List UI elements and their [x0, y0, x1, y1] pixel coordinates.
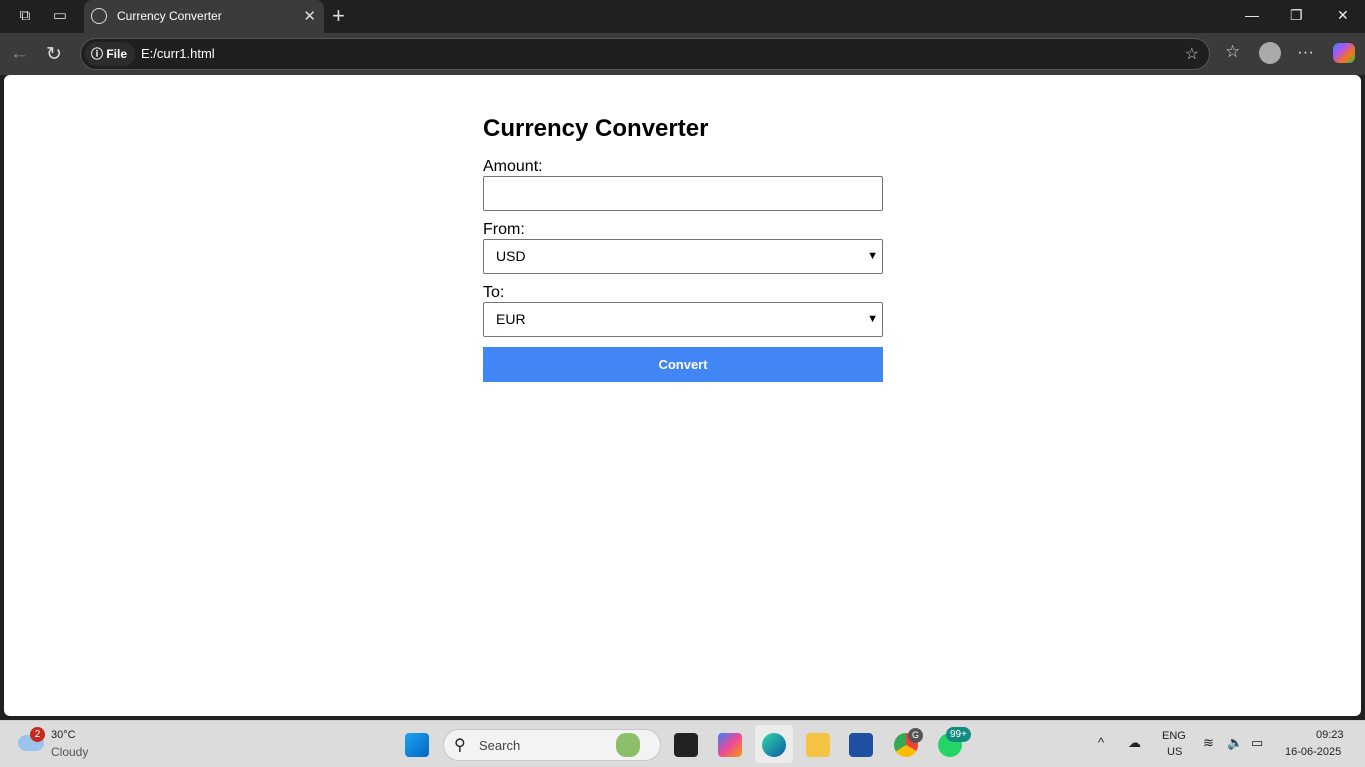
favorites-icon[interactable]: ☆ [1225, 42, 1240, 62]
address-bar[interactable]: ⓘ File E:/curr1.html ☆ [80, 38, 1210, 70]
weather-desc: Cloudy [51, 745, 89, 759]
workspaces-icon[interactable]: ⧉ [15, 6, 35, 26]
from-select[interactable]: USD ▼ [483, 239, 883, 274]
chevron-down-icon: ▼ [867, 250, 878, 262]
tab-currency-converter[interactable]: Currency Converter ✕ [84, 0, 324, 34]
more-icon[interactable]: ··· [1297, 42, 1314, 62]
region-label[interactable]: US [1167, 746, 1182, 758]
weather-temp: 30°C [51, 729, 76, 741]
chip-label: File [106, 47, 128, 61]
microsoft-store-icon[interactable] [849, 733, 873, 757]
wifi-icon[interactable]: ≋ [1203, 735, 1214, 751]
copilot-app-icon[interactable] [718, 733, 742, 757]
refresh-icon[interactable]: ↻ [46, 43, 62, 66]
url-text: E:/curr1.html [141, 46, 215, 61]
restore-button[interactable]: ❐ [1290, 7, 1303, 24]
site-info-chip[interactable]: ⓘ File [85, 42, 136, 66]
convert-button[interactable]: Convert [483, 347, 883, 382]
edge-icon[interactable] [762, 733, 786, 757]
back-icon[interactable]: ← [10, 43, 29, 65]
amount-label: Amount: [483, 158, 543, 175]
chrome-profile-badge: G [908, 728, 923, 743]
language-label[interactable]: ENG [1162, 730, 1186, 742]
close-window-button[interactable]: ✕ [1337, 7, 1349, 24]
globe-icon [91, 8, 107, 24]
tab-title: Currency Converter [117, 9, 222, 23]
from-label: From: [483, 221, 525, 238]
to-select[interactable]: EUR ▼ [483, 302, 883, 337]
vertical-tabs-icon[interactable]: ▭ [50, 6, 70, 26]
taskbar-search[interactable]: ⚲ Search [443, 729, 661, 761]
clock-date[interactable]: 16-06-2025 [1285, 746, 1341, 758]
to-value: EUR [496, 311, 526, 327]
converter-form: Currency Converter Amount: From: USD ▼ To… [483, 115, 883, 382]
chevron-down-icon: ▼ [867, 313, 878, 325]
to-label: To: [483, 284, 505, 301]
turtle-illustration-icon [616, 733, 640, 757]
page-content: Currency Converter Amount: From: USD ▼ To… [4, 75, 1361, 716]
onedrive-icon[interactable]: ☁ [1128, 735, 1141, 751]
address-bar-row: ← ↻ ⓘ File E:/curr1.html ☆ ☆ ··· [0, 33, 1365, 75]
minimize-button[interactable]: — [1245, 7, 1259, 23]
task-view-icon[interactable] [674, 733, 698, 757]
amount-input[interactable] [483, 176, 883, 211]
favorite-star-icon[interactable]: ☆ [1185, 44, 1199, 64]
copilot-icon[interactable] [1333, 43, 1355, 63]
search-icon: ⚲ [454, 737, 466, 754]
new-tab-button[interactable]: + [332, 3, 345, 29]
from-value: USD [496, 248, 526, 264]
battery-icon[interactable]: ▭ [1251, 735, 1263, 751]
whatsapp-badge: 99+ [946, 727, 971, 742]
profile-avatar[interactable] [1259, 42, 1281, 64]
tab-bar: ⧉ ▭ Currency Converter ✕ + — ❐ ✕ [0, 0, 1365, 34]
chevron-up-icon[interactable]: ^ [1098, 735, 1104, 750]
info-icon: ⓘ [91, 47, 107, 61]
file-explorer-icon[interactable] [806, 733, 830, 757]
search-label: Search [479, 738, 521, 753]
close-tab-icon[interactable]: ✕ [303, 7, 316, 25]
windows-start-icon[interactable] [405, 733, 429, 757]
taskbar: 2 30°C Cloudy ⚲ Search G 99+ ^ ☁ ENG US … [0, 720, 1365, 767]
page-title: Currency Converter [483, 115, 709, 142]
clock-time[interactable]: 09:23 [1316, 729, 1344, 741]
weather-badge: 2 [30, 727, 45, 742]
volume-icon[interactable]: 🔈 [1227, 735, 1243, 751]
